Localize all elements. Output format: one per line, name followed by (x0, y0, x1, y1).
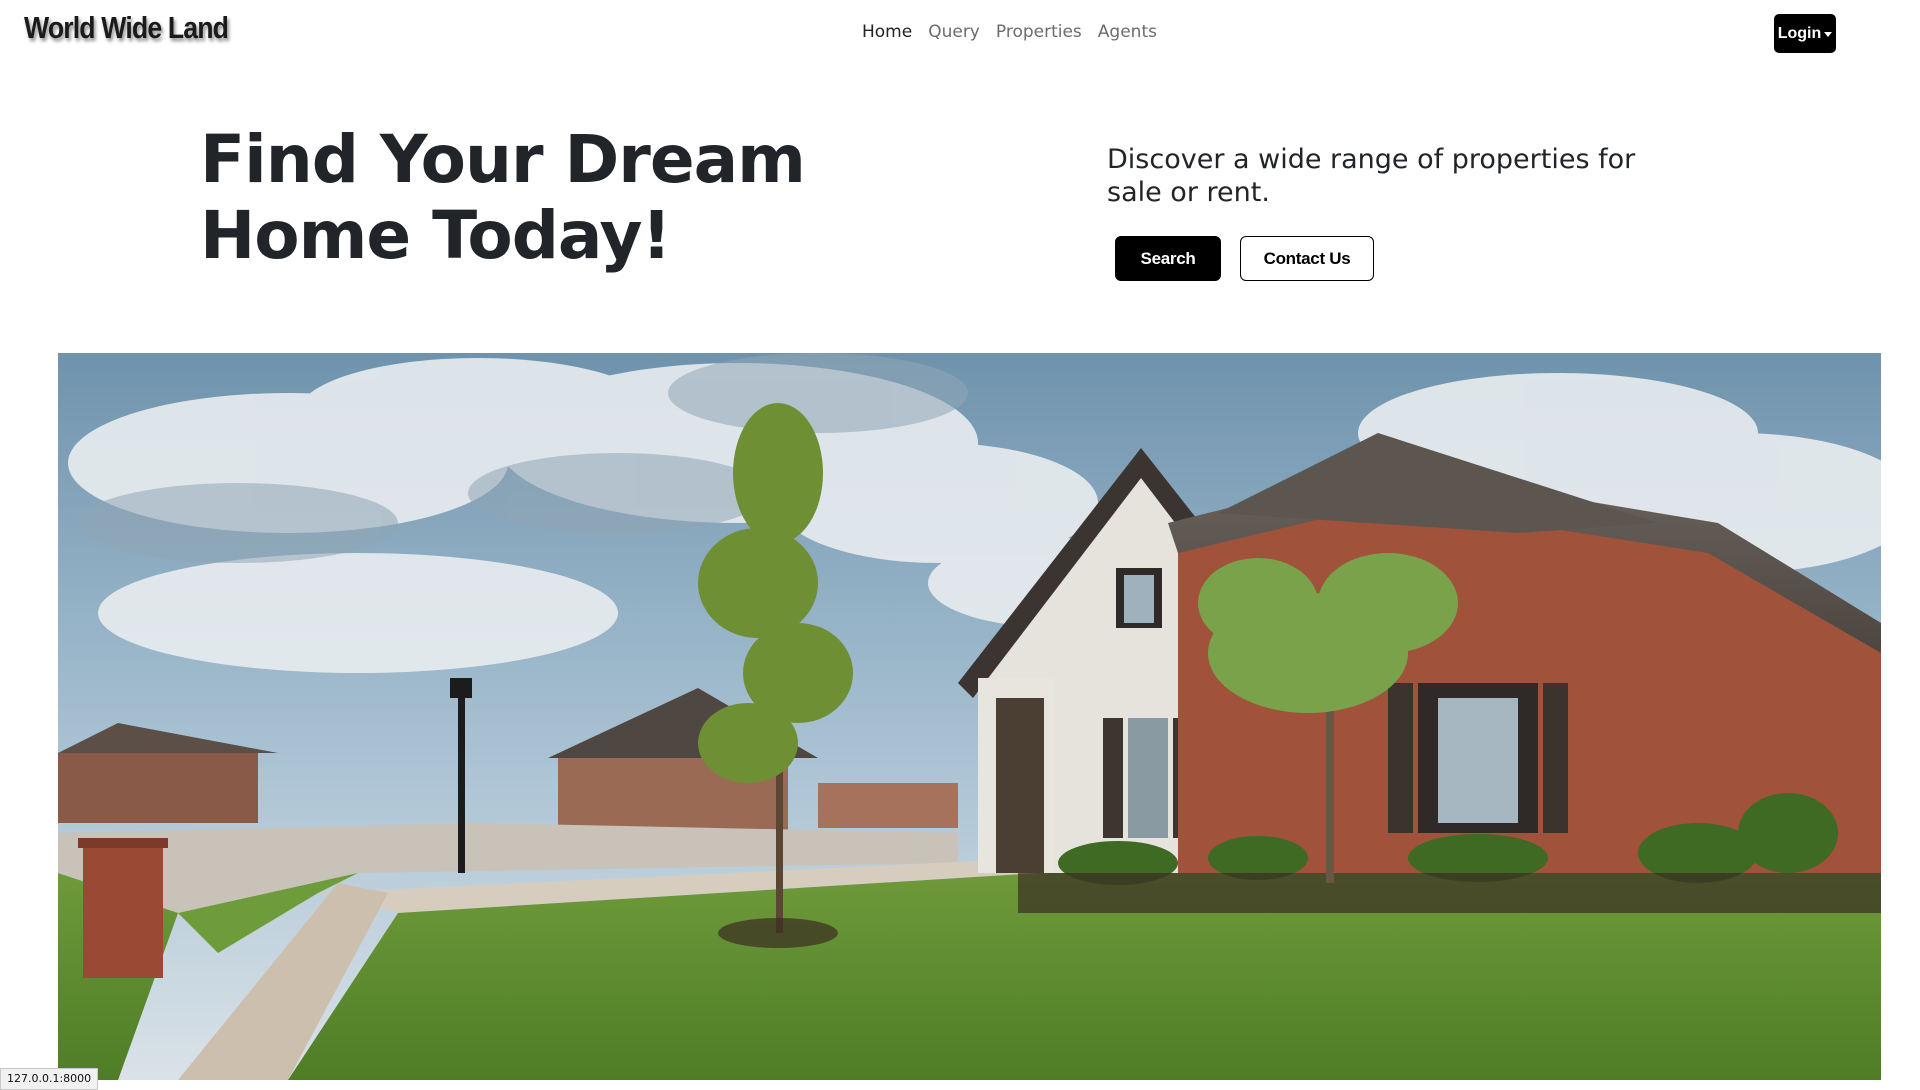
nav-link-properties[interactable]: Properties (996, 22, 1082, 42)
caret-down-icon (1824, 32, 1833, 37)
login-dropdown-button[interactable]: Login (1774, 14, 1836, 53)
search-button[interactable]: Search (1115, 236, 1221, 281)
status-bar-url: 127.0.0.1:8000 (0, 1068, 99, 1090)
hero-house-image (58, 353, 1881, 1080)
login-label: Login (1777, 24, 1822, 42)
nav-link-query[interactable]: Query (928, 22, 980, 42)
hero-title: Find Your Dream Home Today! (200, 121, 806, 274)
navbar: World Wide Land Home Query Properties Ag… (0, 0, 1920, 66)
nav-link-agents[interactable]: Agents (1098, 22, 1157, 42)
hero-subtitle: Discover a wide range of properties for … (1107, 144, 1636, 208)
nav-link-home[interactable]: Home (862, 22, 912, 42)
nav-links: Home Query Properties Agents (862, 22, 1157, 42)
contact-us-button[interactable]: Contact Us (1240, 236, 1374, 281)
brand-logo[interactable]: World Wide Land (24, 10, 229, 46)
